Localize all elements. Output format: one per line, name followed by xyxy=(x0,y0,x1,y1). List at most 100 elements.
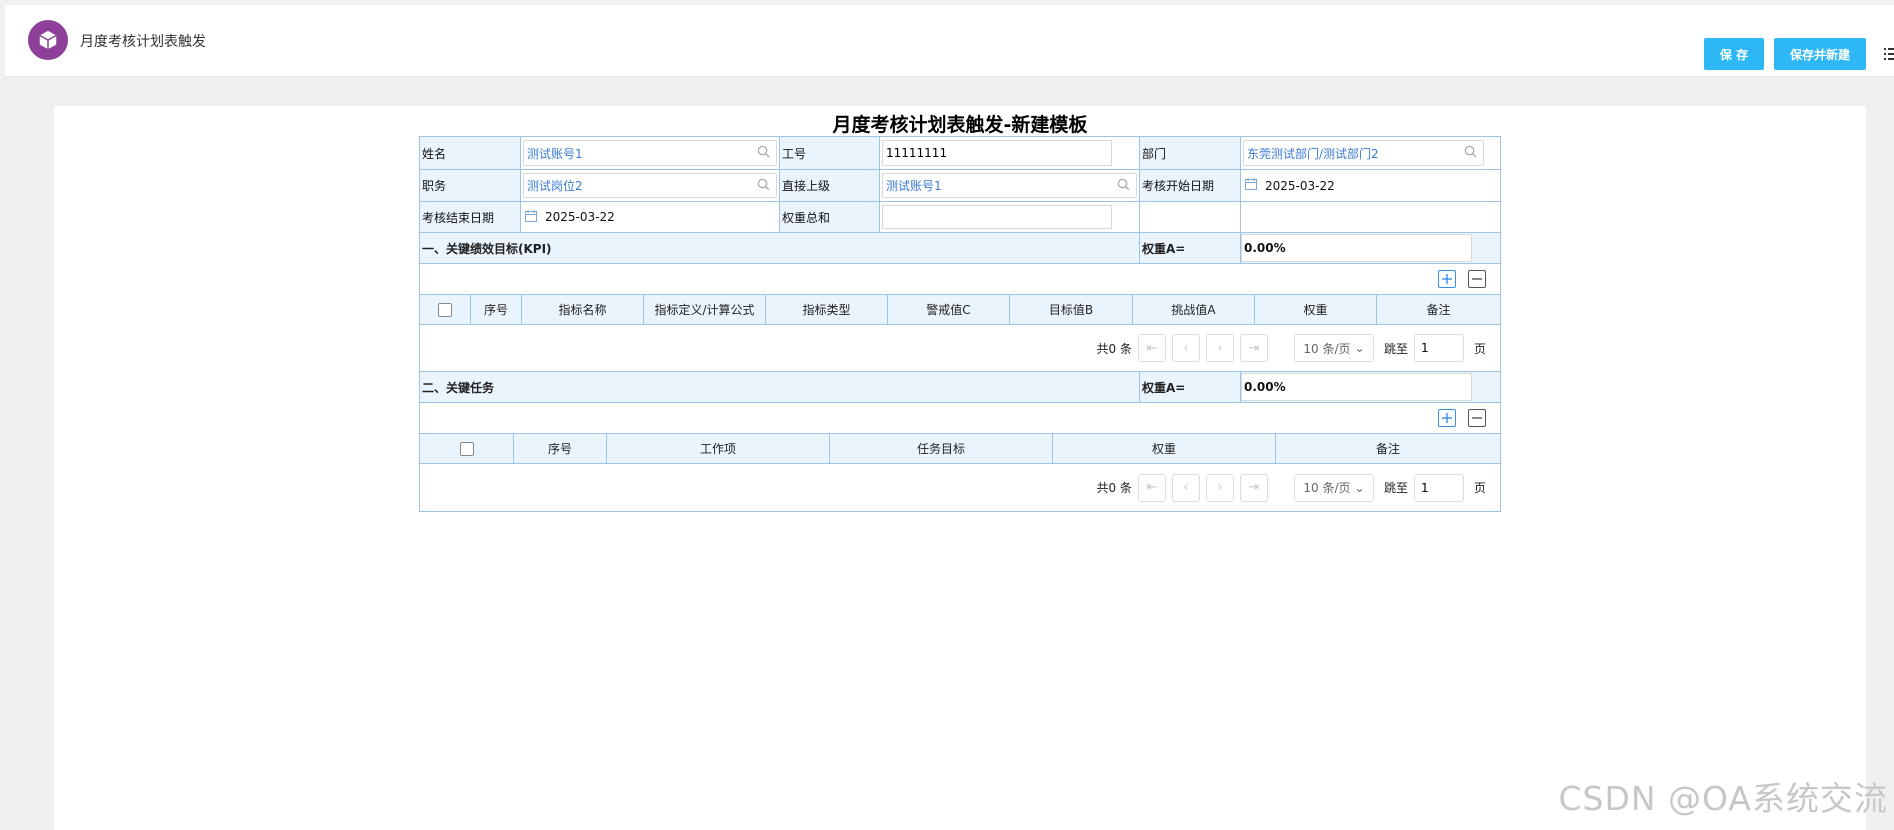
start-date-label: 考核开始日期 xyxy=(1140,170,1241,201)
page-jump-input[interactable]: 1 xyxy=(1413,473,1464,502)
end-date-value: 2025-03-22 xyxy=(545,210,615,224)
next-page-button[interactable]: › xyxy=(1205,473,1234,502)
calendar-icon[interactable] xyxy=(1245,178,1257,193)
total-count: 共0 条 xyxy=(1096,481,1132,495)
column-header: 权重 xyxy=(1053,434,1276,463)
select-all-cell[interactable] xyxy=(420,295,471,324)
jump-label: 跳至 xyxy=(1383,341,1408,356)
form-row: 职务 测试岗位2 直接上级 测试账号1 考核开始日期 2025-03-22 xyxy=(420,170,1500,202)
minus-icon xyxy=(1472,278,1482,280)
dept-lookup[interactable]: 东莞测试部门/测试部门2 xyxy=(1243,140,1484,166)
column-header: 目标值B xyxy=(1010,295,1133,324)
add-row-button[interactable] xyxy=(1438,409,1456,427)
page-size-value: 10 条/页 xyxy=(1303,341,1351,356)
position-lookup[interactable]: 测试岗位2 xyxy=(523,173,777,198)
watermark: CSDN @OA系统交流 xyxy=(1558,779,1888,818)
prev-page-button[interactable]: ‹ xyxy=(1171,334,1200,362)
dept-label: 部门 xyxy=(1140,137,1241,169)
tasks-toolbar xyxy=(420,403,1500,434)
kpi-toolbar xyxy=(420,264,1500,295)
kpi-heading: 一、关键绩效目标(KPI) xyxy=(420,233,1140,263)
last-page-button[interactable]: ⇥ xyxy=(1239,334,1268,362)
manager-value: 测试账号1 xyxy=(886,179,942,193)
search-icon[interactable] xyxy=(757,145,770,161)
search-icon[interactable] xyxy=(1464,145,1477,161)
name-cell: 测试账号1 xyxy=(521,137,780,169)
position-value: 测试岗位2 xyxy=(527,179,583,193)
manager-label: 直接上级 xyxy=(780,170,880,201)
empno-cell: 11111111 xyxy=(880,137,1140,169)
form-sheet: 月度考核计划表触发-新建模板 姓名 测试账号1 工号 11111111 部门 东… xyxy=(54,106,1866,830)
column-header: 警戒值C xyxy=(888,295,1010,324)
end-date-cell[interactable]: 2025-03-22 xyxy=(521,202,780,232)
prev-page-button[interactable]: ‹ xyxy=(1171,473,1200,502)
dept-cell: 东莞测试部门/测试部门2 xyxy=(1241,137,1500,169)
page-size-value: 10 条/页 xyxy=(1303,481,1351,495)
empty-cell xyxy=(1140,202,1241,232)
position-label: 职务 xyxy=(420,170,521,201)
column-header: 序号 xyxy=(471,295,522,324)
page-size-select[interactable]: 10 条/页 ⌄ xyxy=(1293,473,1374,502)
kpi-weight-cell: 0.00% xyxy=(1241,233,1500,263)
weight-total-cell xyxy=(880,202,1140,232)
tasks-weight-value: 0.00% xyxy=(1241,373,1472,401)
tasks-heading: 二、关键任务 xyxy=(420,372,1140,402)
column-header: 挑战值A xyxy=(1133,295,1255,324)
name-label: 姓名 xyxy=(420,137,521,169)
column-header: 备注 xyxy=(1377,295,1500,324)
start-date-cell[interactable]: 2025-03-22 xyxy=(1241,170,1500,201)
kpi-weight-label: 权重A= xyxy=(1140,233,1241,263)
form-row: 考核结束日期 2025-03-22 权重总和 xyxy=(420,202,1500,233)
select-all-checkbox[interactable] xyxy=(438,302,452,317)
column-header: 序号 xyxy=(514,434,607,463)
empno-input[interactable]: 11111111 xyxy=(882,140,1112,166)
name-lookup[interactable]: 测试账号1 xyxy=(523,140,777,166)
add-row-button[interactable] xyxy=(1438,270,1456,288)
kpi-table-header: 序号 指标名称 指标定义/计算公式 指标类型 警戒值C 目标值B 挑战值A 权重… xyxy=(420,295,1500,325)
tasks-table-header: 序号 工作项 任务目标 权重 备注 xyxy=(420,434,1500,464)
column-header: 任务目标 xyxy=(830,434,1053,463)
remove-row-button[interactable] xyxy=(1468,270,1486,288)
save-button[interactable]: 保 存 xyxy=(1704,38,1764,70)
kpi-weight-value: 0.00% xyxy=(1241,234,1472,262)
kpi-pagination: 共0 条 ⇤ ‹ › ⇥ 10 条/页 ⌄ 跳至 1 页 xyxy=(420,325,1500,372)
empty-cell xyxy=(1241,202,1500,232)
calendar-icon[interactable] xyxy=(525,209,537,225)
next-page-button[interactable]: › xyxy=(1205,334,1234,362)
column-header: 指标名称 xyxy=(522,295,644,324)
total-count: 共0 条 xyxy=(1096,341,1132,356)
search-icon[interactable] xyxy=(1117,178,1130,194)
first-page-button[interactable]: ⇤ xyxy=(1137,334,1166,362)
list-menu-icon[interactable] xyxy=(1884,44,1894,64)
minus-icon xyxy=(1472,417,1482,419)
tasks-pagination: 共0 条 ⇤ ‹ › ⇥ 10 条/页 ⌄ 跳至 1 页 xyxy=(420,464,1500,511)
select-all-checkbox[interactable] xyxy=(459,441,474,456)
search-icon[interactable] xyxy=(757,178,770,194)
dept-value: 东莞测试部门/测试部门2 xyxy=(1247,146,1379,161)
select-all-cell[interactable] xyxy=(420,434,514,463)
name-value: 测试账号1 xyxy=(527,146,583,161)
page-jump-input[interactable]: 1 xyxy=(1413,334,1464,362)
weight-total-label: 权重总和 xyxy=(780,202,880,232)
app-title: 月度考核计划表触发 xyxy=(80,34,206,50)
last-page-button[interactable]: ⇥ xyxy=(1239,473,1268,502)
form-row: 姓名 测试账号1 工号 11111111 部门 东莞测试部门/测试部门2 xyxy=(420,137,1500,170)
form-title: 月度考核计划表触发-新建模板 xyxy=(832,114,1088,136)
empno-label: 工号 xyxy=(780,137,880,169)
column-header: 备注 xyxy=(1276,434,1500,463)
page-size-select[interactable]: 10 条/页 ⌄ xyxy=(1293,334,1374,362)
tasks-weight-label: 权重A= xyxy=(1140,372,1241,402)
page-unit: 页 xyxy=(1473,341,1486,356)
manager-cell: 测试账号1 xyxy=(880,170,1140,201)
remove-row-button[interactable] xyxy=(1468,409,1486,427)
save-and-new-button[interactable]: 保存并新建 xyxy=(1774,38,1866,70)
kpi-section-header: 一、关键绩效目标(KPI) 权重A= 0.00% xyxy=(420,233,1500,264)
manager-lookup[interactable]: 测试账号1 xyxy=(882,173,1137,198)
column-header: 指标类型 xyxy=(766,295,888,324)
weight-total-input[interactable] xyxy=(882,205,1112,229)
app-header: 月度考核计划表触发 保 存 保存并新建 xyxy=(5,5,1894,77)
column-header: 工作项 xyxy=(607,434,830,463)
tasks-weight-cell: 0.00% xyxy=(1241,372,1500,402)
column-header: 权重 xyxy=(1255,295,1377,324)
first-page-button[interactable]: ⇤ xyxy=(1137,473,1166,502)
